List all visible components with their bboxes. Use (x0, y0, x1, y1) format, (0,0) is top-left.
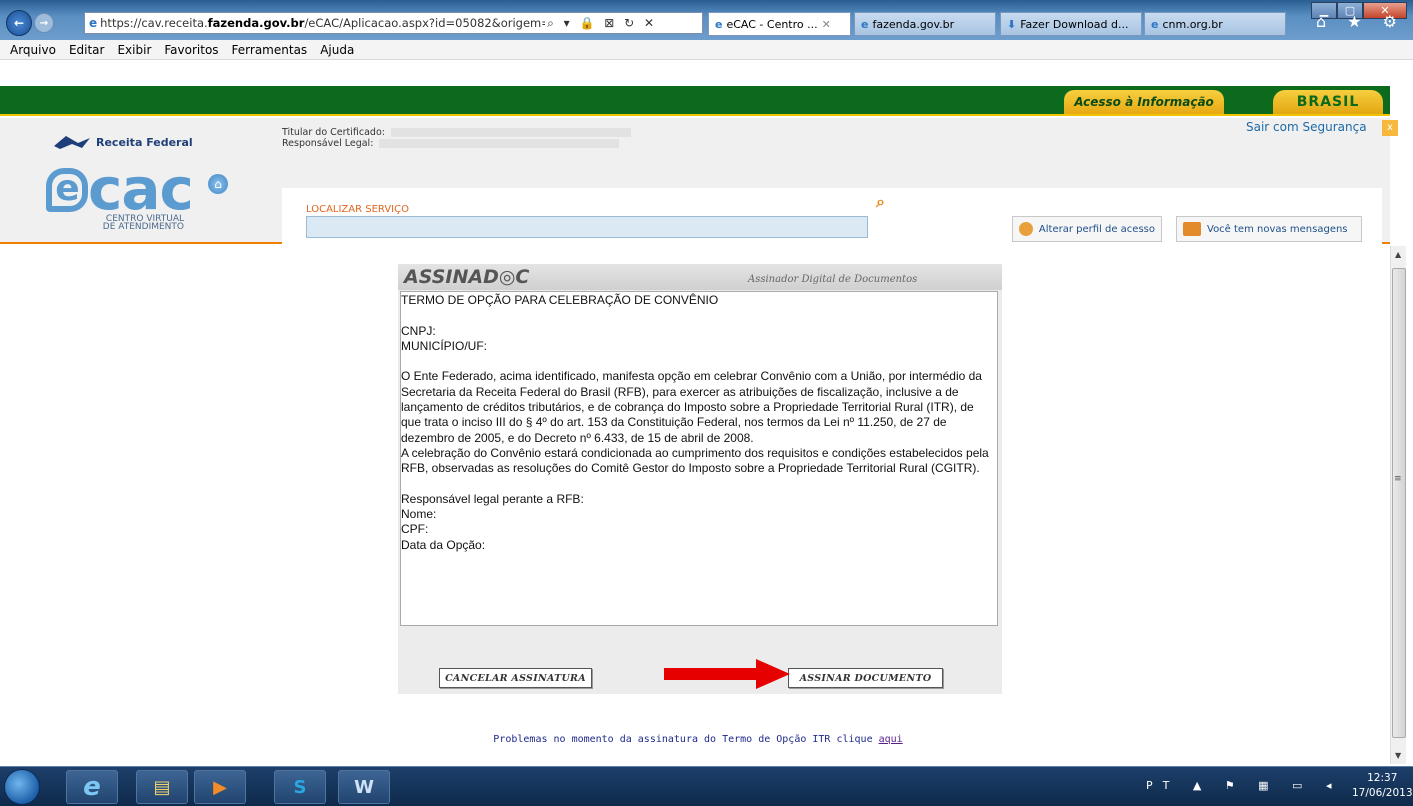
address-tools-icons[interactable]: ⌕ ▾ 🔒 ⊠ ↻ ✕ (547, 16, 657, 31)
forward-arrow-icon[interactable]: → (34, 13, 54, 33)
titular-value (390, 128, 631, 137)
menu-bar: Arquivo Editar Exibir Favoritos Ferramen… (0, 40, 1413, 60)
doc-nome: Nome: (401, 507, 437, 522)
browser-titlebar: ← → e https://cav.receita.fazenda.gov.br… (0, 0, 1413, 40)
search-label: LOCALIZAR SERVIÇO (306, 204, 409, 215)
ie-page-icon: e (715, 17, 723, 31)
page-header: Receita Federal Titular do Certificado: … (0, 118, 1398, 244)
ie-page-icon: e (1151, 17, 1159, 31)
tab-fazenda[interactable]: e fazenda.gov.br (854, 12, 996, 36)
ie-page-icon: e (89, 16, 98, 30)
download-page-icon: ⬇ (1007, 17, 1017, 31)
ecac-logo[interactable]: e cac CENTRO VIRTUAL DE ATENDIMENTO (46, 160, 194, 232)
menu-arquivo[interactable]: Arquivo (10, 43, 56, 57)
envelope-icon (1183, 222, 1201, 236)
mensagens-button[interactable]: Você tem novas mensagens (1176, 216, 1362, 242)
certificate-info: Titular do Certificado: Responsável Lega… (282, 127, 631, 149)
doc-cpf: CPF: (401, 522, 429, 537)
clock[interactable]: 12:37 17/06/2013 (1352, 771, 1413, 801)
doc-paragraph-2: A celebração do Convênio estará condicio… (401, 445, 989, 476)
file-explorer-icon[interactable]: ▤ (136, 770, 188, 804)
responsavel-value (379, 139, 620, 148)
receita-federal-icon (54, 136, 90, 149)
doc-data-opcao: Data da Opção: (401, 537, 486, 552)
sair-com-seguranca-link[interactable]: Sair com Segurança (1246, 120, 1367, 134)
browser-tool-icons[interactable]: ⌂ ★ ⚙ (1316, 12, 1405, 31)
menu-favoritos[interactable]: Favoritos (164, 43, 218, 57)
footer-help-note: Problemas no momento da assinatura do Te… (493, 734, 903, 745)
media-player-icon[interactable]: ▶ (194, 770, 246, 804)
doc-responsavel: Responsável legal perante a RFB: (401, 491, 584, 506)
menu-editar[interactable]: Editar (69, 43, 105, 57)
taskbar: e ▤ ▶ S W PT ▲ ⚑ ▦ ▭ ◂ 12:37 17/06/2013 (0, 766, 1413, 806)
doc-title: TERMO DE OPÇÃO PARA CELEBRAÇÃO DE CONVÊN… (401, 293, 719, 307)
tab-cnm[interactable]: e cnm.org.br (1144, 12, 1286, 36)
vertical-scrollbar[interactable]: ▲ ≡ ▼ (1390, 246, 1406, 764)
doc-paragraph-1: O Ente Federado, acima identificado, man… (401, 369, 982, 445)
acesso-informacao-link[interactable]: Acesso à Informação (1064, 90, 1224, 114)
red-arrow-icon (664, 659, 790, 689)
doc-municipio: MUNICÍPIO/UF: (401, 338, 487, 353)
brasil-link[interactable]: BRASIL (1273, 90, 1383, 114)
home-icon[interactable]: ⌂ (208, 174, 228, 194)
document-text-area[interactable]: TERMO DE OPÇÃO PARA CELEBRAÇÃO DE CONVÊN… (400, 291, 998, 626)
search-panel: LOCALIZAR SERVIÇO ⌕ Alterar perfil de ac… (282, 188, 1382, 244)
scroll-thumb[interactable] (1392, 268, 1406, 738)
alterar-perfil-button[interactable]: Alterar perfil de acesso (1012, 216, 1162, 242)
system-tray[interactable]: PT ▲ ⚑ ▦ ▭ ◂ (1146, 779, 1341, 792)
back-arrow-icon[interactable]: ← (6, 10, 32, 36)
assinar-documento-button[interactable]: ASSINAR DOCUMENTO (788, 668, 943, 688)
search-input[interactable] (306, 216, 868, 238)
tab-download[interactable]: ⬇ Fazer Download d... (1000, 12, 1142, 36)
users-icon (1019, 222, 1033, 236)
close-tab-icon[interactable]: ✕ (822, 18, 831, 31)
start-button[interactable] (4, 769, 40, 805)
doc-cnpj: CNPJ: (401, 323, 436, 338)
address-url: https://cav.receita.fazenda.gov.br/eCAC/… (100, 16, 545, 30)
assinador-tagline: Assinador Digital de Documentos (748, 274, 918, 285)
scroll-up-icon[interactable]: ▲ (1395, 250, 1401, 259)
ie-page-icon: e (861, 17, 869, 31)
cancelar-assinatura-button[interactable]: CANCELAR ASSINATURA (439, 668, 592, 688)
word-icon[interactable]: W (338, 770, 390, 804)
assinador-panel: ASSINAD◎C Assinador Digital de Documento… (398, 264, 1002, 694)
search-icon[interactable]: ⌕ (876, 192, 885, 212)
help-link[interactable]: aqui (879, 734, 903, 745)
internet-explorer-icon[interactable]: e (66, 770, 118, 804)
address-bar[interactable]: e https://cav.receita.fazenda.gov.br/eCA… (84, 12, 703, 34)
menu-ferramentas[interactable]: Ferramentas (232, 43, 308, 57)
assinador-header: ASSINAD◎C Assinador Digital de Documento… (398, 264, 1002, 290)
menu-ajuda[interactable]: Ajuda (320, 43, 354, 57)
menu-exibir[interactable]: Exibir (117, 43, 151, 57)
scroll-down-icon[interactable]: ▼ (1395, 751, 1401, 760)
assinadoc-logo: ASSINAD◎C (404, 266, 530, 288)
tab-ecac[interactable]: e eCAC - Centro ... ✕ (708, 12, 851, 36)
close-session-icon[interactable]: x (1382, 120, 1398, 136)
content-area: ASSINAD◎C Assinador Digital de Documento… (6, 246, 1390, 764)
skype-icon[interactable]: S (274, 770, 326, 804)
receita-federal-logo[interactable]: Receita Federal (52, 134, 193, 150)
scroll-grip-icon: ≡ (1394, 474, 1402, 484)
